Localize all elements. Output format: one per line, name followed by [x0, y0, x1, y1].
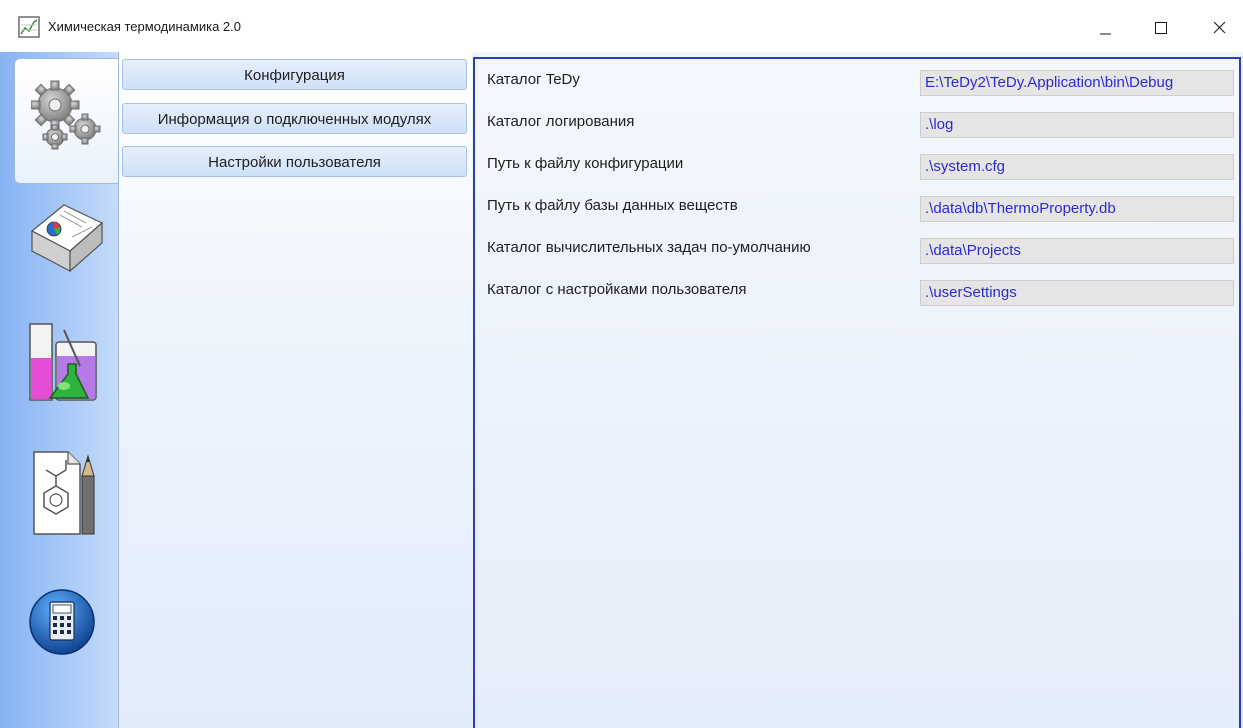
chart-icon [18, 16, 40, 38]
lab-flask-icon [29, 323, 97, 401]
tab-structure-editor[interactable] [14, 442, 117, 562]
config-label: Каталог вычислительных задач по-умолчани… [487, 239, 811, 256]
close-button[interactable] [1197, 10, 1243, 42]
config-label: Путь к файлу конфигурации [487, 155, 684, 172]
config-row-config-file: Путь к файлу конфигурации .\system.cfg [475, 152, 1239, 182]
molecule-drawing-icon [33, 451, 95, 535]
tab-documents[interactable] [14, 199, 117, 319]
client-area: Конфигурация Информация о подключенных м… [0, 52, 1243, 728]
gears-icon [31, 80, 101, 150]
settings-nav-panel: Конфигурация Информация о подключенных м… [118, 52, 472, 728]
config-value-field[interactable]: E:\TeDy2\TeDy.Application\bin\Debug [920, 70, 1234, 96]
minimize-button[interactable] [1082, 10, 1128, 42]
calculator-icon [29, 589, 95, 655]
config-label: Путь к файлу базы данных веществ [487, 197, 738, 214]
title-bar: Химическая термодинамика 2.0 [0, 0, 1243, 52]
config-row-projects-dir: Каталог вычислительных задач по-умолчани… [475, 236, 1239, 266]
config-row-log-dir: Каталог логирования .\log [475, 110, 1239, 140]
tab-calculator[interactable] [14, 582, 117, 702]
config-row-tedy-dir: Каталог TeDy E:\TeDy2\TeDy.Application\b… [475, 68, 1239, 98]
configuration-panel: Каталог TeDy E:\TeDy2\TeDy.Application\b… [473, 57, 1241, 728]
tab-settings[interactable] [14, 58, 118, 184]
config-label: Каталог с настройками пользователя [487, 281, 747, 298]
documents-icon [30, 204, 104, 273]
tab-chemistry[interactable] [14, 320, 117, 440]
sidebar-tabs [0, 52, 120, 728]
minimize-icon [1100, 33, 1111, 35]
window-title: Химическая термодинамика 2.0 [48, 19, 241, 34]
config-value-field[interactable]: .\log [920, 112, 1234, 138]
config-label: Каталог TeDy [487, 71, 580, 88]
config-value-field[interactable]: .\userSettings [920, 280, 1234, 306]
config-row-user-settings-dir: Каталог с настройками пользователя .\use… [475, 278, 1239, 308]
config-label: Каталог логирования [487, 113, 635, 130]
nav-configuration-button[interactable]: Конфигурация [122, 59, 467, 90]
config-row-database-file: Путь к файлу базы данных веществ .\data\… [475, 194, 1239, 224]
maximize-button[interactable] [1138, 10, 1184, 42]
nav-modules-info-button[interactable]: Информация о подключенных модулях [122, 103, 467, 134]
config-value-field[interactable]: .\system.cfg [920, 154, 1234, 180]
maximize-icon [1155, 22, 1167, 34]
config-value-field[interactable]: .\data\db\ThermoProperty.db [920, 196, 1234, 222]
close-icon [1213, 21, 1226, 34]
config-value-field[interactable]: .\data\Projects [920, 238, 1234, 264]
nav-user-settings-button[interactable]: Настройки пользователя [122, 146, 467, 177]
